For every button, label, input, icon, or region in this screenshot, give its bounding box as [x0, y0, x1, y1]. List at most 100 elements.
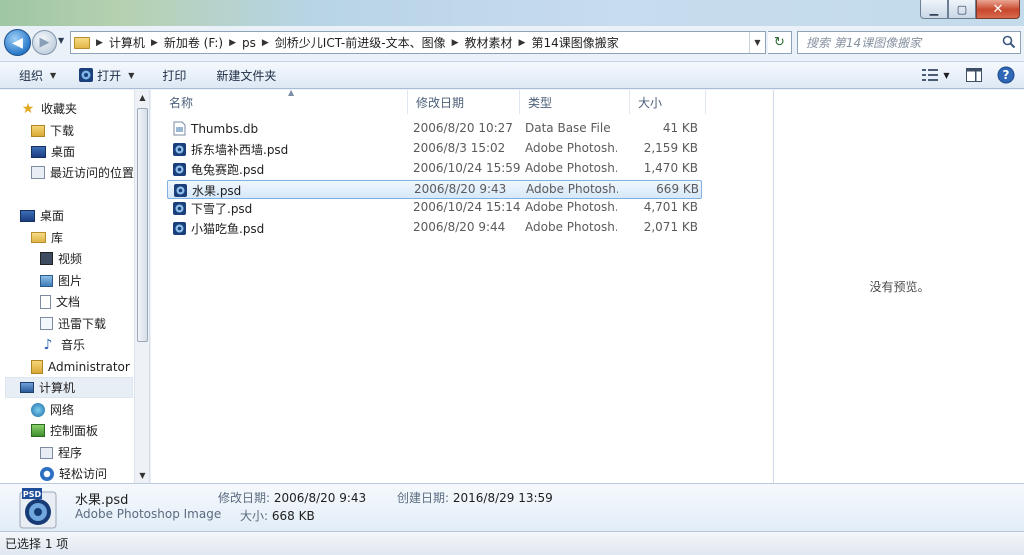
- file-name-cell: 小猫吃鱼.psd: [172, 220, 264, 237]
- breadcrumb-materials[interactable]: 教材素材: [461, 32, 517, 53]
- column-header-date[interactable]: 修改日期: [408, 90, 520, 114]
- column-header-name[interactable]: 名称 ▲: [161, 88, 408, 114]
- nav-recent-places[interactable]: 最近访问的位置: [31, 162, 134, 183]
- file-name-cell: Thumbs.db: [172, 121, 258, 136]
- nav-fav-desktop[interactable]: 桌面: [31, 141, 75, 162]
- nav-computer[interactable]: 计算机: [5, 377, 133, 398]
- search-input[interactable]: 搜索 第14课图像搬家: [797, 31, 1021, 54]
- nav-documents[interactable]: 文档: [40, 291, 80, 312]
- chevron-right-icon[interactable]: ▶: [260, 38, 271, 48]
- file-type: Adobe Photosh...: [525, 220, 617, 234]
- new-folder-button[interactable]: 新建文件夹: [208, 63, 284, 87]
- file-type: Data Base File: [525, 121, 611, 135]
- download-folder-icon: [31, 124, 45, 137]
- maximize-button[interactable]: ▢: [948, 0, 976, 19]
- print-label: 打印: [162, 68, 187, 83]
- scroll-up-icon[interactable]: ▲: [135, 90, 150, 105]
- view-list-icon: [922, 69, 939, 81]
- navigation-scrollbar[interactable]: ▲ ▼: [134, 90, 149, 483]
- nav-favorites[interactable]: ★ 收藏夹: [20, 98, 77, 119]
- print-button[interactable]: 打印: [154, 63, 194, 87]
- nav-pictures[interactable]: 图片: [40, 270, 82, 291]
- download-folder-icon: [40, 317, 53, 330]
- column-header-size[interactable]: 大小: [630, 90, 706, 114]
- file-size: 2,071 KB: [643, 220, 698, 234]
- caption-buttons: ▁ ▢ ✕: [920, 0, 1020, 19]
- no-preview-text: 没有预览。: [869, 280, 930, 294]
- nav-label: Administrator: [48, 359, 130, 374]
- chevron-right-icon[interactable]: ▶: [94, 38, 105, 48]
- explorer-window: ▁ ▢ ✕ ◀ ▶ ▼ ▶ 计算机 ▶ 新加卷 (F:) ▶ ps ▶ 剑桥少儿…: [0, 0, 1024, 555]
- organize-button[interactable]: 组织 ▼: [11, 63, 64, 87]
- nav-thunder-downloads[interactable]: 迅雷下载: [40, 313, 106, 334]
- chevron-right-icon[interactable]: ▶: [149, 38, 160, 48]
- chevron-right-icon[interactable]: ▶: [517, 38, 528, 48]
- preview-pane-button[interactable]: [962, 64, 986, 86]
- minimize-button[interactable]: ▁: [920, 0, 948, 19]
- nav-downloads[interactable]: 下载: [31, 120, 74, 141]
- nav-label: 控制面板: [50, 424, 99, 438]
- nav-music[interactable]: ♪ 音乐: [40, 334, 85, 355]
- user-folder-icon: [31, 359, 43, 374]
- breadcrumb-drive-f[interactable]: 新加卷 (F:): [160, 32, 227, 53]
- file-size: 2,159 KB: [643, 141, 698, 155]
- file-row[interactable]: 下雪了.psd 2006/10/24 15:14 Adobe Photosh..…: [167, 199, 702, 218]
- nav-label: 计算机: [39, 381, 76, 395]
- chevron-right-icon[interactable]: ▶: [450, 38, 461, 48]
- details-modified: 修改日期: 2006/8/20 9:43: [218, 489, 366, 506]
- scroll-down-icon[interactable]: ▼: [135, 468, 150, 483]
- nav-programs[interactable]: 程序: [40, 442, 82, 463]
- nav-desktop[interactable]: 桌面: [20, 205, 64, 226]
- nav-videos[interactable]: 视频: [40, 248, 82, 269]
- file-type: Adobe Photosh...: [525, 161, 617, 175]
- file-name: 龟兔赛跑.psd: [191, 163, 265, 177]
- breadcrumb-ps[interactable]: ps: [238, 32, 260, 53]
- network-icon: [31, 402, 45, 417]
- recent-pages-dropdown[interactable]: ▼: [58, 36, 64, 45]
- forward-button[interactable]: ▶: [32, 30, 57, 55]
- chevron-right-icon[interactable]: ▶: [227, 38, 238, 48]
- title-bar[interactable]: ▁ ▢ ✕: [0, 0, 1024, 26]
- nav-control-panel[interactable]: 控制面板: [31, 420, 98, 441]
- close-button[interactable]: ✕: [976, 0, 1020, 19]
- picture-icon: [40, 274, 53, 287]
- address-dropdown-button[interactable]: ▼: [749, 32, 765, 53]
- nav-label: 迅雷下载: [58, 317, 107, 331]
- file-row[interactable]: Thumbs.db 2006/8/20 10:27 Data Base File…: [167, 120, 702, 139]
- nav-ease-of-access[interactable]: 轻松访问: [40, 463, 107, 484]
- details-size: 大小: 668 KB: [240, 507, 315, 524]
- open-button[interactable]: 打开 ▼: [70, 63, 142, 87]
- breadcrumb-lesson14[interactable]: 第14课图像搬家: [527, 32, 622, 53]
- change-view-button[interactable]: ▼: [918, 64, 954, 86]
- breadcrumb-course[interactable]: 剑桥少儿ICT-前进级-文本、图像: [271, 32, 450, 53]
- nav-libraries[interactable]: 库: [31, 227, 63, 248]
- help-button[interactable]: ?: [994, 64, 1018, 86]
- file-row-selected[interactable]: 水果.psd 2006/8/20 9:43 Adobe Photosh... 6…: [167, 180, 702, 199]
- address-bar[interactable]: ▶ 计算机 ▶ 新加卷 (F:) ▶ ps ▶ 剑桥少儿ICT-前进级-文本、图…: [70, 31, 766, 54]
- open-label: 打开: [97, 68, 122, 83]
- refresh-button[interactable]: ↻: [768, 31, 792, 54]
- file-row[interactable]: 拆东墙补西墙.psd 2006/8/3 15:02 Adobe Photosh.…: [167, 140, 702, 159]
- nav-network[interactable]: 网络: [31, 399, 74, 420]
- desktop-icon: [20, 209, 35, 222]
- psd-file-icon: [173, 202, 186, 215]
- breadcrumb-computer[interactable]: 计算机: [105, 32, 149, 53]
- column-header-label: 修改日期: [416, 95, 465, 110]
- scrollbar-thumb[interactable]: [137, 108, 148, 342]
- column-header-type[interactable]: 类型: [520, 90, 630, 114]
- nav-administrator[interactable]: Administrator: [31, 356, 130, 377]
- file-size: 669 KB: [656, 182, 699, 196]
- file-row[interactable]: 小猫吃鱼.psd 2006/8/20 9:44 Adobe Photosh...…: [167, 219, 702, 238]
- details-modified-label: 修改日期:: [218, 491, 271, 505]
- back-button[interactable]: ◀: [4, 29, 31, 56]
- details-created-value: 2016/8/29 13:59: [452, 491, 553, 505]
- command-bar: 组织 ▼ 打开 ▼ 打印 新建文件夹 ▼ ?: [0, 61, 1024, 89]
- nav-label: 最近访问的位置: [50, 166, 135, 180]
- nav-label: 音乐: [61, 338, 86, 352]
- file-name-cell: 下雪了.psd: [172, 200, 252, 217]
- preview-pane: 没有预览。: [773, 90, 1024, 483]
- arrow-left-icon: ◀: [12, 34, 23, 51]
- file-row[interactable]: 龟兔赛跑.psd 2006/10/24 15:59 Adobe Photosh.…: [167, 160, 702, 179]
- chevron-down-icon: ▼: [128, 70, 135, 80]
- search-icon[interactable]: [1002, 35, 1016, 49]
